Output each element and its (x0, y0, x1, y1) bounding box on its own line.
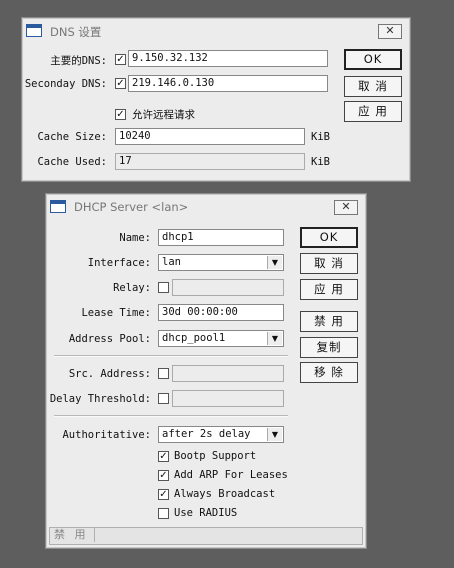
cache-size-field[interactable]: 10240 (115, 128, 305, 145)
relay-label: Relay: (113, 282, 151, 294)
primary-dns-checkbox[interactable]: ✓ (115, 54, 126, 65)
window-title: DHCP Server <lan> (74, 200, 189, 214)
use-radius-label: Use RADIUS (174, 507, 238, 519)
src-address-label: Src. Address: (68, 368, 151, 380)
close-icon[interactable]: ✕ (334, 200, 358, 215)
delay-threshold-label: Delay Threshold: (49, 393, 151, 405)
separator (54, 355, 288, 357)
status-text: 禁 用 (51, 528, 95, 542)
allow-remote-label: 允许远程请求 (132, 109, 195, 121)
allow-remote-checkbox[interactable]: ✓ (115, 109, 126, 120)
primary-dns-field[interactable]: 9.150.32.132 (128, 50, 328, 67)
lease-time-label: Lease Time: (81, 307, 151, 319)
secondary-dns-label: Seconday DNS: (24, 78, 107, 90)
dhcp-ok-button[interactable]: OK (300, 227, 358, 248)
window-icon (50, 200, 66, 213)
authoritative-value: after 2s delay (162, 428, 251, 440)
close-icon[interactable]: ✕ (378, 24, 402, 39)
dhcp-titlebar[interactable]: DHCP Server <lan> ✕ (46, 194, 366, 220)
address-pool-value: dhcp_pool1 (162, 332, 226, 344)
dns-cancel-button[interactable]: 取 消 (344, 76, 402, 97)
name-label: Name: (119, 232, 151, 244)
relay-checkbox[interactable] (158, 282, 169, 293)
delay-threshold-checkbox[interactable] (158, 393, 169, 404)
dns-ok-button[interactable]: OK (344, 49, 402, 70)
dhcp-cancel-button[interactable]: 取 消 (300, 253, 358, 274)
separator (54, 415, 288, 417)
secondary-dns-checkbox[interactable]: ✓ (115, 78, 126, 89)
name-field[interactable]: dhcp1 (158, 229, 284, 246)
chevron-down-icon[interactable]: ▼ (267, 428, 282, 441)
dhcp-copy-button[interactable]: 复制 (300, 337, 358, 358)
use-radius-checkbox[interactable] (158, 508, 169, 519)
src-address-checkbox[interactable] (158, 368, 169, 379)
interface-label: Interface: (87, 257, 151, 269)
cache-used-label: Cache Used: (37, 156, 107, 168)
bootp-support-checkbox[interactable]: ✓ (158, 451, 169, 462)
dhcp-server-window: DHCP Server <lan> ✕ Name: dhcp1 Interfac… (45, 193, 367, 549)
cache-used-unit: KiB (311, 156, 330, 168)
cache-used-field: 17 (115, 153, 305, 170)
interface-select[interactable]: lan ▼ (158, 254, 284, 271)
add-arp-checkbox[interactable]: ✓ (158, 470, 169, 481)
always-broadcast-label: Always Broadcast (174, 488, 276, 500)
chevron-down-icon[interactable]: ▼ (267, 332, 282, 345)
address-pool-select[interactable]: dhcp_pool1 ▼ (158, 330, 284, 347)
dhcp-disable-button[interactable]: 禁 用 (300, 311, 358, 332)
cache-size-label: Cache Size: (37, 131, 107, 143)
dns-titlebar[interactable]: DNS 设置 ✕ (22, 18, 410, 44)
window-title: DNS 设置 (50, 25, 102, 39)
authoritative-select[interactable]: after 2s delay ▼ (158, 426, 284, 443)
lease-time-field[interactable]: 30d 00:00:00 (158, 304, 284, 321)
delay-threshold-field (172, 390, 284, 407)
address-pool-label: Address Pool: (68, 333, 151, 345)
dhcp-remove-button[interactable]: 移 除 (300, 362, 358, 383)
interface-value: lan (162, 256, 181, 268)
always-broadcast-checkbox[interactable]: ✓ (158, 489, 169, 500)
chevron-down-icon[interactable]: ▼ (267, 256, 282, 269)
src-address-field (172, 365, 284, 382)
secondary-dns-field[interactable]: 219.146.0.130 (128, 75, 328, 92)
primary-dns-label: 主要的DNS: (50, 55, 107, 67)
window-icon (26, 24, 42, 37)
dns-apply-button[interactable]: 应 用 (344, 101, 402, 122)
status-bar: 禁 用 (49, 527, 363, 545)
add-arp-label: Add ARP For Leases (174, 469, 288, 481)
dns-settings-window: DNS 设置 ✕ 主要的DNS: ✓ 9.150.32.132 Seconday… (21, 17, 411, 182)
dhcp-apply-button[interactable]: 应 用 (300, 279, 358, 300)
relay-field (172, 279, 284, 296)
bootp-support-label: Bootp Support (174, 450, 257, 462)
authoritative-label: Authoritative: (62, 429, 151, 441)
cache-size-unit: KiB (311, 131, 330, 143)
